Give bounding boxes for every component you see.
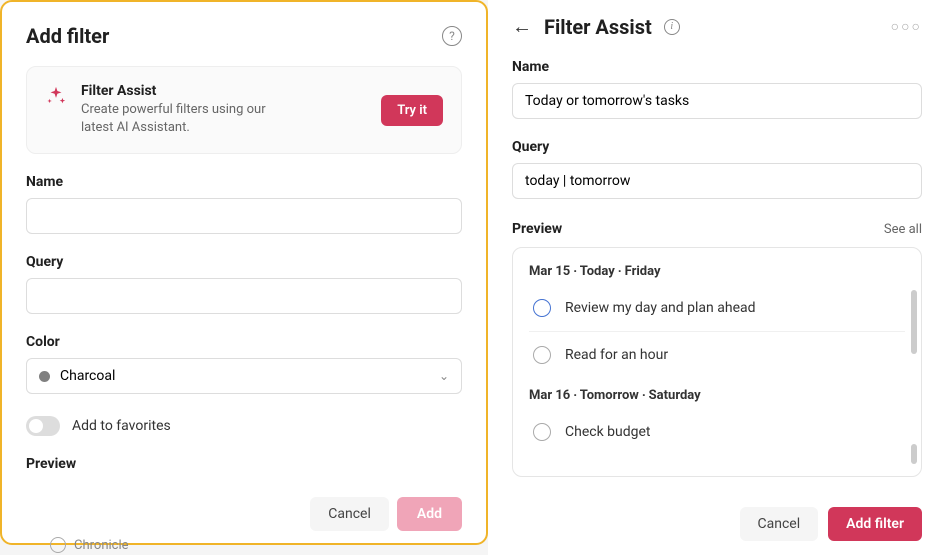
background-project: Chronicle: [50, 537, 129, 553]
add-filter-button[interactable]: Add filter: [828, 507, 922, 541]
task-checkbox[interactable]: [533, 346, 551, 364]
add-filter-dialog: Add filter ? Filter Assist Create powerf…: [0, 0, 488, 545]
cancel-button[interactable]: Cancel: [310, 497, 389, 531]
scrollbar[interactable]: [911, 290, 917, 354]
back-arrow-icon[interactable]: ←: [512, 14, 532, 39]
color-dot: [39, 371, 50, 382]
query-input[interactable]: [512, 163, 922, 199]
preview-label: Preview: [512, 221, 562, 237]
info-icon[interactable]: i: [664, 19, 680, 35]
assist-desc: Create powerful filters using our latest…: [81, 101, 291, 137]
cancel-button[interactable]: Cancel: [740, 507, 819, 541]
name-label: Name: [26, 174, 462, 190]
add-button[interactable]: Add: [397, 497, 462, 531]
task-row[interactable]: Check budget: [529, 409, 905, 455]
favorites-label: Add to favorites: [72, 418, 171, 434]
color-label: Color: [26, 334, 462, 350]
sparkle-icon: [45, 85, 67, 107]
query-label: Query: [512, 139, 922, 155]
name-input[interactable]: [512, 83, 922, 119]
date-header: Mar 16 ‧ Tomorrow ‧ Saturday: [529, 388, 905, 403]
preview-box: Mar 15 ‧ Today ‧ Friday Review my day an…: [512, 247, 922, 477]
filter-assist-card: Filter Assist Create powerful filters us…: [26, 66, 462, 154]
chevron-down-icon: ⌄: [439, 369, 449, 383]
help-icon[interactable]: ?: [442, 26, 462, 46]
task-text: Read for an hour: [565, 347, 668, 363]
color-value: Charcoal: [60, 368, 115, 384]
task-row[interactable]: Read for an hour: [529, 332, 905, 378]
favorites-toggle[interactable]: [26, 416, 60, 436]
task-checkbox[interactable]: [533, 299, 551, 317]
assist-title: Filter Assist: [81, 83, 367, 99]
preview-label: Preview: [26, 456, 462, 472]
task-row[interactable]: Review my day and plan ahead: [529, 285, 905, 332]
try-it-button[interactable]: Try it: [381, 95, 443, 126]
scrollbar[interactable]: [911, 444, 917, 464]
filter-assist-panel: ← Filter Assist i ○○○ Name Query Preview…: [488, 0, 946, 555]
name-input[interactable]: [26, 198, 462, 234]
date-header: Mar 15 ‧ Today ‧ Friday: [529, 264, 905, 279]
query-input[interactable]: [26, 278, 462, 314]
task-text: Check budget: [565, 424, 650, 440]
color-select[interactable]: Charcoal ⌄: [26, 358, 462, 394]
query-label: Query: [26, 254, 462, 270]
more-menu-icon[interactable]: ○○○: [891, 18, 922, 35]
see-all-link[interactable]: See all: [884, 222, 922, 237]
dialog-title: Add filter: [26, 24, 109, 48]
task-checkbox[interactable]: [533, 423, 551, 441]
panel-title: Filter Assist: [544, 15, 652, 39]
task-text: Review my day and plan ahead: [565, 300, 756, 316]
project-icon: [50, 537, 66, 553]
name-label: Name: [512, 59, 922, 75]
